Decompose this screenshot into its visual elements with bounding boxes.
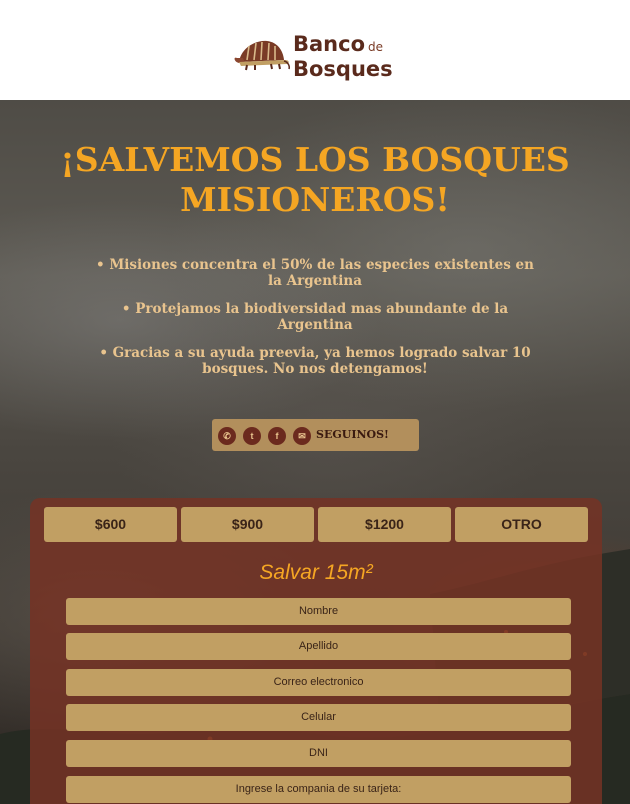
hero-section: ¡SALVEMOS LOS BOSQUES MISIONEROS! Mision… [0,100,630,804]
whatsapp-icon[interactable]: ✆ [218,427,236,445]
amount-1200-button[interactable]: $1200 [318,507,451,542]
list-item: Gracias a su ayuda preevia, ya hemos log… [95,345,535,377]
list-item: Protejamos la biodiversidad mas abundant… [95,301,535,333]
social-label: SEGUINOS! [316,428,389,441]
amount-900-button[interactable]: $900 [181,507,314,542]
twitter-icon[interactable]: t [243,427,261,445]
logo-word-de: de [368,40,384,54]
social-share-bar: ✆ t f ✉ SEGUINOS! [212,419,419,451]
page-title: ¡SALVEMOS LOS BOSQUES MISIONEROS! [60,140,570,219]
benefits-list: Misiones concentra el 50% de las especie… [95,257,535,389]
email-icon[interactable]: ✉ [293,427,311,445]
email-field[interactable]: Correo electronico [66,669,571,696]
nombre-field[interactable]: Nombre [66,598,571,625]
amount-other-button[interactable]: OTRO [455,507,588,542]
celular-field[interactable]: Celular [66,704,571,731]
list-item: Misiones concentra el 50% de las especie… [95,257,535,289]
amount-600-button[interactable]: $600 [44,507,177,542]
site-header: Banco de Bosques [0,0,630,100]
facebook-icon[interactable]: f [268,427,286,445]
card-company-field[interactable]: Ingrese la compania de su tarjeta: [66,776,571,803]
donation-heading: Salvar 15m² [259,561,373,584]
logo[interactable]: Banco de Bosques [233,33,403,83]
apellido-field[interactable]: Apellido [66,633,571,660]
donation-form: $600 $900 $1200 OTRO Salvar 15m² Nombre … [30,498,602,804]
logo-word-banco: Banco [293,32,366,56]
dni-field[interactable]: DNI [66,740,571,767]
logo-word-bosques: Bosques [293,57,393,81]
amount-options: $600 $900 $1200 OTRO [44,507,589,542]
armadillo-icon [234,40,290,71]
